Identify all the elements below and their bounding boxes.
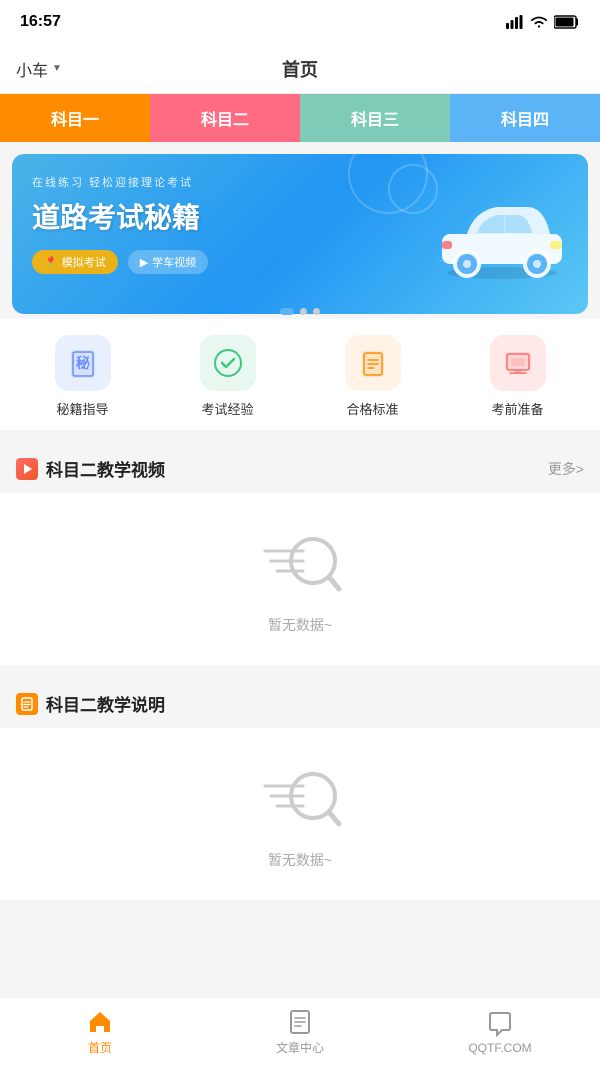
kaozhuanbi-icon-bg bbox=[490, 335, 546, 391]
doc-title-wrap: 科目二教学说明 bbox=[16, 691, 165, 716]
svg-text:秘: 秘 bbox=[76, 355, 90, 371]
divider2 bbox=[0, 665, 600, 675]
chat-icon bbox=[487, 1011, 513, 1037]
video-title-wrap: 科目二教学视频 bbox=[16, 456, 165, 481]
video-more-link[interactable]: 更多> bbox=[548, 459, 584, 479]
nav-article-label: 文章中心 bbox=[276, 1039, 324, 1056]
quick-actions: 秘 秘籍指导 考试经验 bbox=[0, 319, 600, 430]
action-hege[interactable]: 合格标准 bbox=[333, 335, 413, 418]
dropdown-arrow: ▼ bbox=[52, 63, 62, 74]
home-icon bbox=[87, 1009, 113, 1035]
vehicle-type-label: 小车 bbox=[16, 57, 48, 81]
video-empty-icon bbox=[255, 523, 345, 603]
video-section-icon bbox=[16, 458, 38, 480]
doc-section-header: 科目二教学说明 bbox=[0, 675, 600, 728]
hege-icon-bg bbox=[345, 335, 401, 391]
video-section-header: 科目二教学视频 更多> bbox=[0, 440, 600, 493]
subject-tab-4[interactable]: 科目四 bbox=[450, 94, 600, 142]
banner-dot-3[interactable] bbox=[313, 308, 320, 315]
banner[interactable]: 在线练习 轻松迎接理论考试 道路考试秘籍 📍 模拟考试 ▶ 学车视频 bbox=[12, 154, 588, 314]
status-bar: 16:57 bbox=[0, 0, 600, 44]
subject-tabs: 科目一 科目二 科目三 科目四 bbox=[0, 94, 600, 142]
hege-label: 合格标准 bbox=[346, 399, 398, 418]
banner-dot-2[interactable] bbox=[300, 308, 307, 315]
video-empty-state: 暂无数据~ bbox=[0, 493, 600, 665]
banner-car-illustration bbox=[432, 189, 572, 279]
kaozhuanbi-label: 考前准备 bbox=[491, 399, 543, 418]
video-section-title: 科目二教学视频 bbox=[46, 456, 165, 481]
doc-section-title: 科目二教学说明 bbox=[46, 691, 165, 716]
kaoshi-label: 考试经验 bbox=[201, 399, 253, 418]
header: 小车 ▼ 首页 bbox=[0, 44, 600, 94]
wifi-icon bbox=[530, 15, 548, 29]
banner-subtitle: 在线练习 轻松迎接理论考试 bbox=[32, 174, 568, 190]
divider1 bbox=[0, 430, 600, 440]
subject-tab-3[interactable]: 科目三 bbox=[300, 94, 450, 142]
signal-icon bbox=[506, 15, 524, 29]
kaoshi-icon-bg bbox=[200, 335, 256, 391]
bottom-nav: 首页 文章中心 QQTF.COM bbox=[0, 997, 600, 1067]
video-empty-text: 暂无数据~ bbox=[268, 615, 332, 635]
banner-decoration-circle2 bbox=[388, 164, 438, 214]
banner-dots bbox=[0, 308, 600, 319]
status-time: 16:57 bbox=[20, 13, 61, 31]
banner-btn-video[interactable]: ▶ 学车视频 bbox=[128, 250, 208, 274]
vehicle-selector[interactable]: 小车 ▼ bbox=[16, 57, 62, 81]
banner-dot-1[interactable] bbox=[280, 308, 294, 315]
miji-icon-bg: 秘 bbox=[55, 335, 111, 391]
nav-chat-label: QQTF.COM bbox=[468, 1041, 531, 1055]
doc-empty-state: 暂无数据~ bbox=[0, 728, 600, 900]
doc-section-icon bbox=[16, 693, 38, 715]
doc-empty-text: 暂无数据~ bbox=[268, 850, 332, 870]
action-miji[interactable]: 秘 秘籍指导 bbox=[43, 335, 123, 418]
doc-empty-icon bbox=[255, 758, 345, 838]
article-icon bbox=[287, 1009, 313, 1035]
nav-chat[interactable]: QQTF.COM bbox=[400, 1011, 600, 1055]
nav-home[interactable]: 首页 bbox=[0, 1009, 200, 1056]
subject-tab-1[interactable]: 科目一 bbox=[0, 94, 150, 142]
nav-home-label: 首页 bbox=[88, 1039, 112, 1056]
nav-article[interactable]: 文章中心 bbox=[200, 1009, 400, 1056]
subject-tab-2[interactable]: 科目二 bbox=[150, 94, 300, 142]
action-kaoshi[interactable]: 考试经验 bbox=[188, 335, 268, 418]
banner-btn-simulate[interactable]: 📍 模拟考试 bbox=[32, 250, 118, 274]
status-icons bbox=[506, 15, 580, 29]
battery-icon bbox=[554, 15, 580, 29]
page-title: 首页 bbox=[282, 56, 318, 82]
action-kaozhuanbia[interactable]: 考前准备 bbox=[478, 335, 558, 418]
miji-label: 秘籍指导 bbox=[56, 399, 108, 418]
